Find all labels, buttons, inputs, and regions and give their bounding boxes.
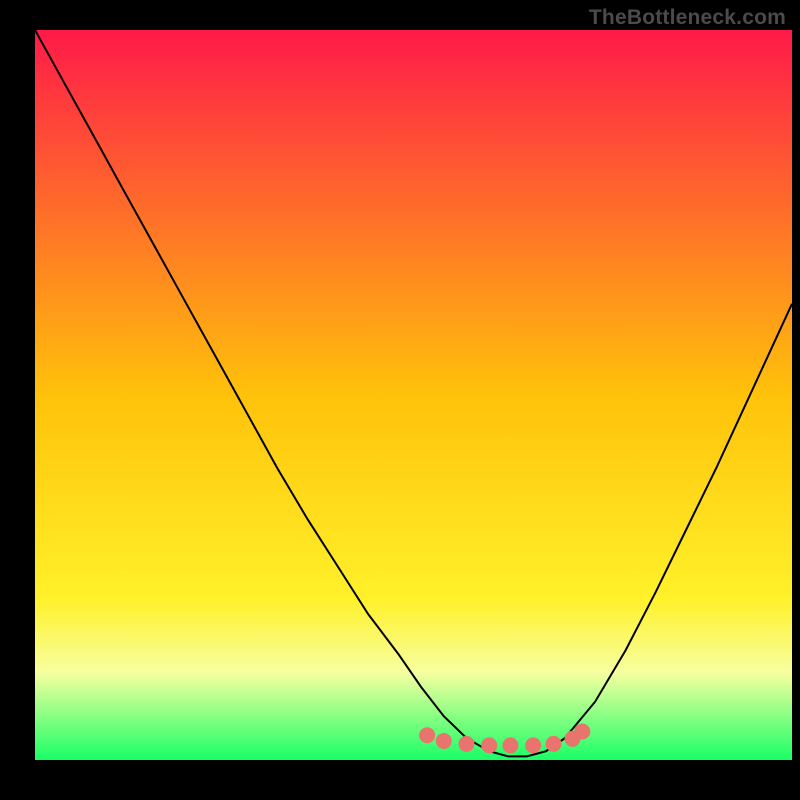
- bottleneck-chart: TheBottleneck.com: [0, 0, 800, 800]
- optimum-marker-dot: [436, 733, 452, 749]
- optimum-marker-dot: [502, 737, 518, 753]
- optimum-marker-dot: [574, 724, 590, 740]
- chart-background-gradient: [35, 30, 792, 760]
- optimum-marker-dot: [459, 736, 475, 752]
- watermark-label: TheBottleneck.com: [589, 6, 786, 30]
- optimum-marker-dot: [546, 736, 562, 752]
- chart-plot-area: [0, 0, 800, 800]
- optimum-marker-dot: [419, 727, 435, 743]
- optimum-marker-dot: [481, 737, 497, 753]
- optimum-marker-dot: [525, 737, 541, 753]
